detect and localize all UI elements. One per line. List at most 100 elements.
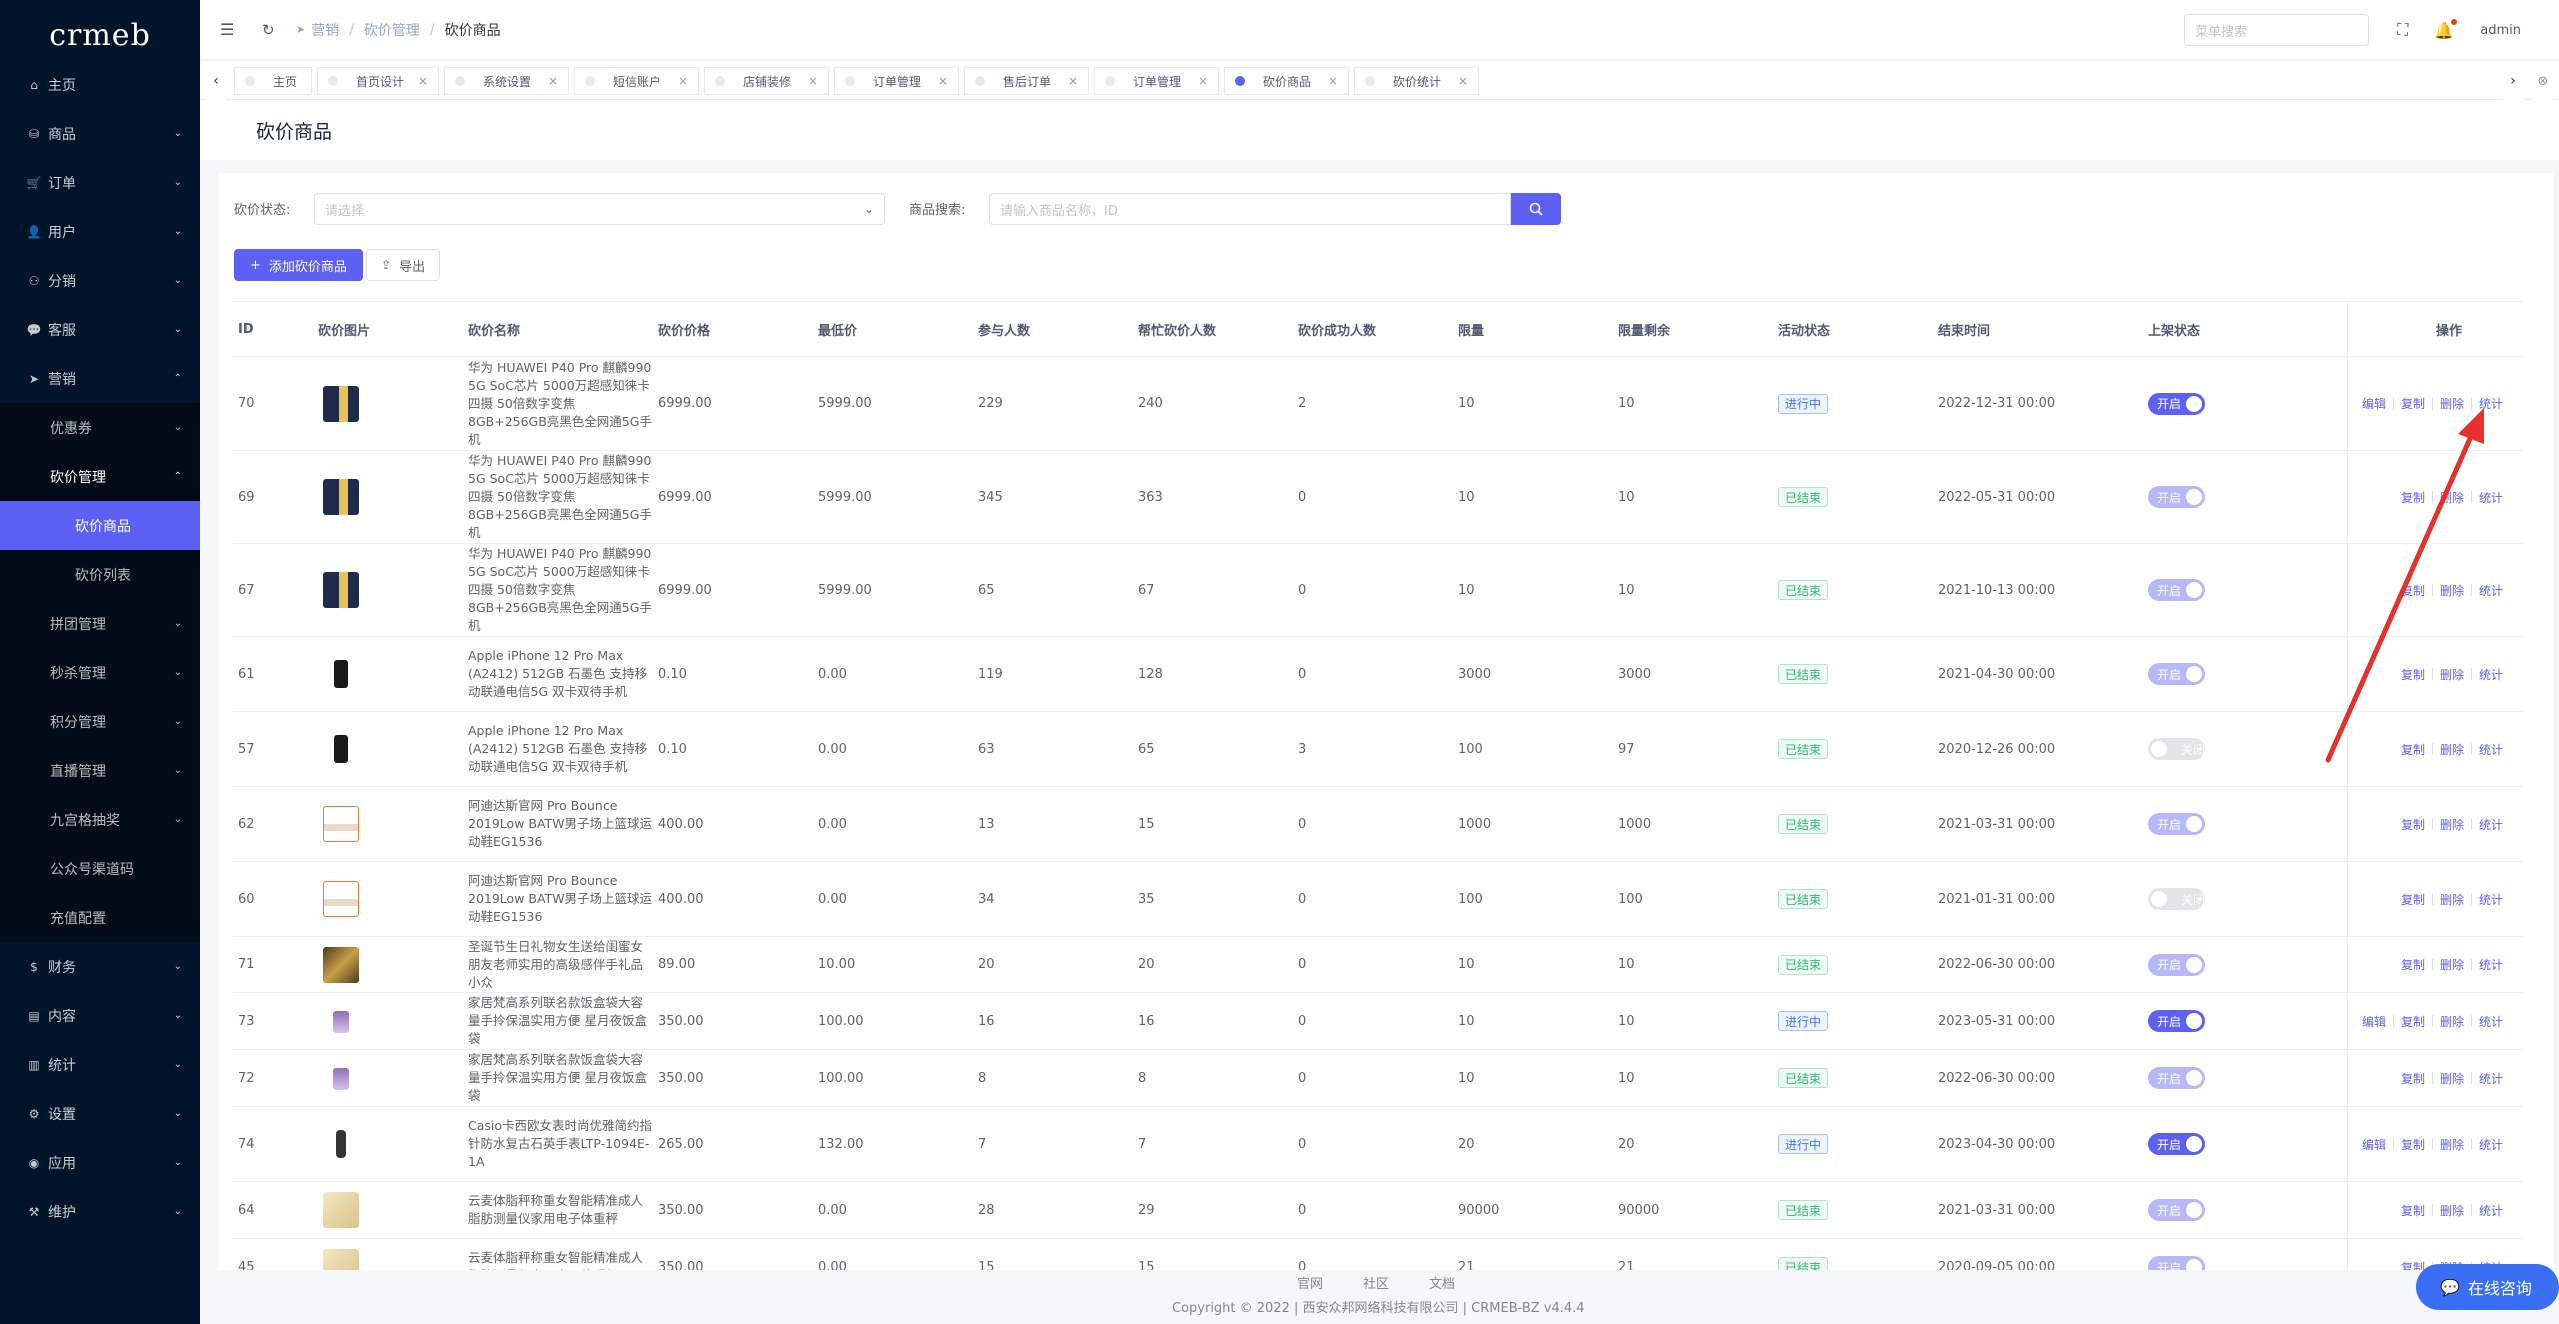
- shelf-toggle[interactable]: 开启: [2148, 1199, 2205, 1221]
- action-link[interactable]: 复制: [2401, 1013, 2425, 1030]
- product-thumbnail[interactable]: [323, 881, 359, 917]
- product-thumbnail[interactable]: [323, 385, 359, 422]
- product-thumbnail[interactable]: [323, 479, 359, 515]
- refresh-icon[interactable]: ↻: [262, 21, 275, 39]
- shelf-toggle[interactable]: 开启: [2148, 1010, 2205, 1032]
- close-icon[interactable]: ×: [808, 74, 818, 88]
- action-link[interactable]: 统计: [2479, 489, 2503, 506]
- product-thumbnail[interactable]: [323, 572, 359, 608]
- shelf-toggle[interactable]: 开启: [2148, 1067, 2205, 1089]
- footer-link[interactable]: 文档: [1429, 1273, 1455, 1292]
- sidebar-item[interactable]: ⚇ 分销 ⌄: [0, 256, 200, 305]
- tab[interactable]: 店铺装修 ×: [704, 67, 829, 95]
- tab[interactable]: 短信账户 ×: [574, 67, 699, 95]
- action-link[interactable]: 删除: [2440, 1202, 2464, 1219]
- action-link[interactable]: 复制: [2401, 816, 2425, 833]
- action-link[interactable]: 复制: [2401, 741, 2425, 758]
- shelf-toggle[interactable]: 开启: [2148, 392, 2205, 415]
- add-bargain-button[interactable]: + 添加砍价商品: [234, 249, 363, 281]
- close-icon[interactable]: ×: [678, 74, 688, 88]
- action-link[interactable]: 统计: [2479, 395, 2503, 412]
- tabs-next-icon[interactable]: ›: [2503, 62, 2523, 100]
- action-link[interactable]: 复制: [2401, 891, 2425, 908]
- product-thumbnail[interactable]: [323, 656, 359, 692]
- product-thumbnail[interactable]: [323, 731, 359, 767]
- action-link[interactable]: 统计: [2479, 1136, 2503, 1153]
- action-link[interactable]: 统计: [2479, 1202, 2503, 1219]
- action-link[interactable]: 删除: [2440, 1013, 2464, 1030]
- tab[interactable]: 订单管理 ×: [834, 67, 959, 95]
- product-thumbnail[interactable]: [323, 1249, 359, 1270]
- action-link[interactable]: 复制: [2401, 1136, 2425, 1153]
- sidebar-subitem[interactable]: 砍价管理 ⌃: [0, 452, 200, 501]
- action-link[interactable]: 删除: [2440, 816, 2464, 833]
- action-link[interactable]: 复制: [2401, 956, 2425, 973]
- search-button[interactable]: [1511, 193, 1561, 225]
- close-icon[interactable]: ×: [1068, 74, 1078, 88]
- tabs-prev-icon[interactable]: ‹: [206, 62, 226, 100]
- action-link[interactable]: 删除: [2440, 1070, 2464, 1087]
- tab[interactable]: 订单管理 ×: [1094, 67, 1219, 95]
- product-thumbnail[interactable]: [323, 1060, 359, 1096]
- action-link[interactable]: 统计: [2479, 1013, 2503, 1030]
- close-icon[interactable]: ×: [1328, 74, 1338, 88]
- close-icon[interactable]: ×: [1458, 74, 1468, 88]
- product-thumbnail[interactable]: [323, 1126, 359, 1162]
- close-icon[interactable]: ×: [548, 74, 558, 88]
- sidebar-item[interactable]: 👤 用户 ⌄: [0, 207, 200, 256]
- sidebar-subitem[interactable]: 直播管理 ⌄: [0, 746, 200, 795]
- product-thumbnail[interactable]: [323, 946, 359, 983]
- action-link[interactable]: 复制: [2401, 489, 2425, 506]
- sidebar-subitem[interactable]: 公众号渠道码: [0, 844, 200, 893]
- action-link[interactable]: 删除: [2440, 395, 2464, 412]
- footer-link[interactable]: 官网: [1297, 1273, 1323, 1292]
- sidebar-item[interactable]: ⛁ 商品 ⌄: [0, 109, 200, 158]
- shelf-toggle[interactable]: 开启: [2148, 1133, 2205, 1155]
- action-link[interactable]: 编辑: [2362, 395, 2386, 412]
- sidebar-item[interactable]: ➤ 营销 ⌃: [0, 354, 200, 403]
- sidebar-subsubitem[interactable]: 砍价列表: [0, 550, 200, 599]
- action-link[interactable]: 编辑: [2362, 1136, 2386, 1153]
- sidebar-subitem[interactable]: 积分管理 ⌄: [0, 697, 200, 746]
- shelf-toggle[interactable]: 关闭: [2148, 738, 2205, 760]
- user-name[interactable]: admin: [2480, 23, 2521, 38]
- action-link[interactable]: 删除: [2440, 956, 2464, 973]
- shelf-toggle[interactable]: 开启: [2148, 663, 2205, 685]
- shelf-toggle[interactable]: 开启: [2148, 953, 2205, 976]
- export-button[interactable]: ⇪ 导出: [366, 249, 441, 281]
- action-link[interactable]: 统计: [2479, 582, 2503, 599]
- shelf-toggle[interactable]: 关闭: [2148, 888, 2205, 910]
- sidebar-subitem[interactable]: 拼团管理 ⌄: [0, 599, 200, 648]
- menu-toggle-icon[interactable]: ☰: [220, 20, 234, 39]
- sidebar-item[interactable]: $ 财务 ⌄: [0, 942, 200, 991]
- action-link[interactable]: 删除: [2440, 741, 2464, 758]
- sidebar-subitem[interactable]: 优惠券 ⌄: [0, 403, 200, 452]
- close-icon[interactable]: ×: [418, 74, 428, 88]
- action-link[interactable]: 复制: [2401, 395, 2425, 412]
- sidebar-item[interactable]: ⚒ 维护 ⌄: [0, 1187, 200, 1236]
- action-link[interactable]: 删除: [2440, 1136, 2464, 1153]
- sidebar-item[interactable]: 💬 客服 ⌄: [0, 305, 200, 354]
- action-link[interactable]: 统计: [2479, 891, 2503, 908]
- action-link[interactable]: 编辑: [2362, 1013, 2386, 1030]
- product-search-input[interactable]: 请输入商品名称，ID: [989, 193, 1511, 225]
- shelf-toggle[interactable]: 开启: [2148, 813, 2205, 835]
- tab[interactable]: 系统设置 ×: [444, 67, 569, 95]
- tab[interactable]: 砍价商品 ×: [1224, 67, 1349, 95]
- close-icon[interactable]: ×: [938, 74, 948, 88]
- tab[interactable]: 砍价统计 ×: [1354, 67, 1479, 95]
- sidebar-subsubitem[interactable]: 砍价商品: [0, 501, 200, 550]
- sidebar-item[interactable]: ⌂ 主页: [0, 60, 200, 109]
- action-link[interactable]: 复制: [2401, 582, 2425, 599]
- status-select[interactable]: 请选择 ⌄: [314, 193, 885, 225]
- menu-search-input[interactable]: 菜单搜索: [2184, 14, 2370, 46]
- tab[interactable]: 主页: [234, 67, 312, 95]
- sidebar-item[interactable]: ◉ 应用 ⌄: [0, 1138, 200, 1187]
- close-icon[interactable]: ×: [1198, 74, 1208, 88]
- action-link[interactable]: 复制: [2401, 666, 2425, 683]
- action-link[interactable]: 删除: [2440, 666, 2464, 683]
- sidebar-item[interactable]: ▥ 统计 ⌄: [0, 1040, 200, 1089]
- shelf-toggle[interactable]: 开启: [2148, 579, 2205, 601]
- tabs-close-all-icon[interactable]: ⊗: [2533, 62, 2553, 100]
- product-thumbnail[interactable]: [323, 1003, 359, 1039]
